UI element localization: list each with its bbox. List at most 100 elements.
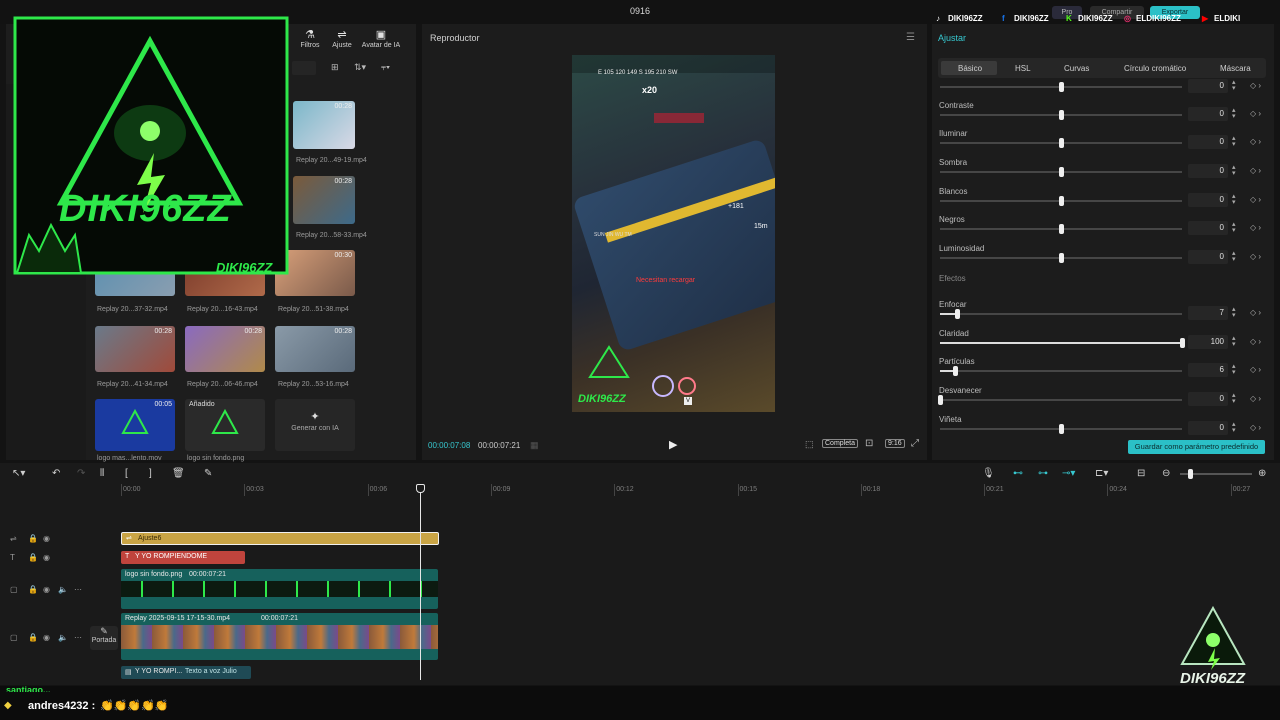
stepper-icon[interactable]: ▴ ▾ [1232, 363, 1236, 376]
preview-axis-icon[interactable]: ⊸▾ [1062, 468, 1075, 479]
delete-icon[interactable]: 🗑 [172, 468, 185, 479]
stepper-icon[interactable]: ▴ ▾ [1232, 107, 1236, 120]
media-thumb[interactable]: 00:28 [293, 176, 355, 224]
slider-value-input[interactable]: 0 [1188, 193, 1228, 207]
timecode-grid-icon[interactable]: ▦ [530, 440, 539, 451]
mic-icon[interactable]: 🎙 [982, 468, 995, 479]
slider-knob[interactable] [1059, 424, 1064, 434]
keyframe-icon[interactable]: ◇ › [1250, 394, 1261, 403]
slider-value-input[interactable]: 0 [1188, 135, 1228, 149]
audio-icon[interactable]: 🔈 [58, 633, 68, 642]
eye-icon[interactable]: ◉ [43, 633, 50, 642]
slider-value-input[interactable]: 7 [1188, 306, 1228, 320]
eye-icon[interactable]: ◉ [43, 553, 50, 562]
lock-icon[interactable]: 🔒 [28, 633, 38, 642]
slider-value-input[interactable]: 0 [1188, 107, 1228, 121]
trim-left-icon[interactable]: [ [125, 468, 128, 479]
stepper-icon[interactable]: ▴ ▾ [1232, 164, 1236, 177]
fullscreen-icon[interactable]: ⤢ [911, 438, 919, 449]
slider-knob[interactable] [1059, 196, 1064, 206]
lock-icon[interactable]: 🔒 [28, 553, 38, 562]
slider-track[interactable] [940, 366, 1182, 376]
adjustment-clip[interactable]: ⇌ Ajuste6 [121, 532, 439, 545]
snap-icon[interactable]: ⊶ [1038, 468, 1048, 479]
keyframe-icon[interactable]: ◇ › [1250, 81, 1261, 90]
keyframe-icon[interactable]: ◇ › [1250, 166, 1261, 175]
keyframe-icon[interactable]: ◇ › [1250, 223, 1261, 232]
split-icon[interactable]: ⫴ [100, 468, 104, 479]
slider-track[interactable] [940, 82, 1182, 92]
keyframe-icon[interactable]: ◇ › [1250, 337, 1261, 346]
more-icon[interactable]: ⋯ [74, 633, 82, 642]
media-thumb[interactable]: 00:28 [293, 101, 355, 149]
slider-track[interactable] [940, 338, 1185, 348]
slider-knob[interactable] [952, 366, 958, 376]
slider-value-input[interactable]: 0 [1188, 79, 1228, 93]
audio-icon[interactable]: 🔈 [58, 585, 68, 594]
slider-track[interactable] [940, 138, 1182, 148]
slider-value-input[interactable]: 6 [1188, 363, 1228, 377]
keyframe-icon[interactable]: ◇ › [1250, 137, 1261, 146]
tab-color-wheel[interactable]: Círculo cromático [1124, 64, 1186, 73]
player-menu-icon[interactable]: ☰ [906, 32, 915, 43]
stepper-icon[interactable]: ▴ ▾ [1232, 221, 1236, 234]
slider-value-input[interactable]: 0 [1188, 164, 1228, 178]
stepper-icon[interactable]: ▴ ▾ [1232, 193, 1236, 206]
tts-clip[interactable]: ▤ Y YO ROMPI... Texto a voz Julio [121, 666, 251, 679]
redo-icon[interactable]: ↷ [77, 468, 85, 479]
lock-icon[interactable]: 🔒 [28, 534, 38, 543]
stepper-icon[interactable]: ▴ ▾ [1232, 421, 1236, 434]
media-thumb[interactable]: 00:28 [275, 326, 355, 372]
trim-right-icon[interactable]: ] [149, 468, 152, 479]
stepper-icon[interactable]: ▴ ▾ [1232, 335, 1236, 348]
slider-value-input[interactable]: 0 [1188, 392, 1228, 406]
slider-track[interactable] [940, 309, 1182, 319]
slider-track[interactable] [940, 224, 1182, 234]
playhead-handle[interactable] [416, 484, 425, 493]
playhead[interactable] [420, 484, 421, 680]
slider-track[interactable] [940, 110, 1182, 120]
media-thumb[interactable]: Añadido [185, 399, 265, 451]
undo-icon[interactable]: ↶ [52, 468, 60, 479]
slider-track[interactable] [940, 196, 1182, 206]
timeline-ruler[interactable] [120, 483, 1280, 497]
video-clip[interactable]: Replay 2025-09-15 17-15-30.mp4 00:00:07:… [121, 613, 438, 660]
slider-value-input[interactable]: 0 [1188, 421, 1228, 435]
fit-icon[interactable]: ⊡ [865, 438, 873, 449]
save-preset-button[interactable]: Guardar como parámetro predefinido [1128, 440, 1265, 454]
slider-knob[interactable] [1180, 338, 1185, 348]
text-clip[interactable]: T Y YO ROMPIENDOME [121, 551, 245, 564]
zoom-in-icon[interactable]: ⊕ [1258, 468, 1266, 479]
keyframe-icon[interactable]: ◇ › [1250, 109, 1261, 118]
tab-basic[interactable]: Básico [958, 64, 982, 73]
tab-hsl[interactable]: HSL [1015, 64, 1031, 73]
slider-knob[interactable] [1059, 138, 1064, 148]
stepper-icon[interactable]: ▴ ▾ [1232, 250, 1236, 263]
keyframe-icon[interactable]: ◇ › [1250, 195, 1261, 204]
link-icon[interactable]: ⊷ [1013, 468, 1023, 479]
media-thumb[interactable]: 00:28 [185, 326, 265, 372]
keyframe-icon[interactable]: ◇ › [1250, 252, 1261, 261]
filter-dropdown-icon[interactable]: ⫧▾ [381, 62, 390, 73]
zoom-slider[interactable] [1180, 469, 1252, 479]
slider-track[interactable] [938, 395, 1182, 405]
ai-avatar-tool[interactable]: ▣ Avatar de IA [356, 28, 406, 49]
video-preview[interactable]: E 105 120 149 S 195 210 SW x20 +181 15m … [572, 55, 775, 412]
grid-view-icon[interactable]: ⊞ [331, 62, 339, 73]
tab-curves[interactable]: Curvas [1064, 64, 1089, 73]
slider-knob[interactable] [1059, 110, 1064, 120]
more-icon[interactable]: ⋯ [74, 585, 82, 594]
slider-value-input[interactable]: 0 [1188, 221, 1228, 235]
slider-knob[interactable] [1059, 253, 1064, 263]
slider-value-input[interactable]: 0 [1188, 250, 1228, 264]
slider-track[interactable] [940, 167, 1182, 177]
keyframe-icon[interactable]: ◇ › [1250, 365, 1261, 374]
sort-icon[interactable]: ⇅▾ [354, 62, 366, 73]
slider-knob[interactable] [1059, 167, 1064, 177]
stepper-icon[interactable]: ▴ ▾ [1232, 79, 1236, 92]
caption-icon[interactable]: ⊏▾ [1095, 468, 1108, 479]
play-button[interactable]: ▶ [669, 438, 677, 451]
slider-knob[interactable] [954, 309, 960, 319]
ai-generate-button[interactable]: ✦ Generar con IA [275, 399, 355, 451]
keyframe-icon[interactable]: ◇ › [1250, 423, 1261, 432]
